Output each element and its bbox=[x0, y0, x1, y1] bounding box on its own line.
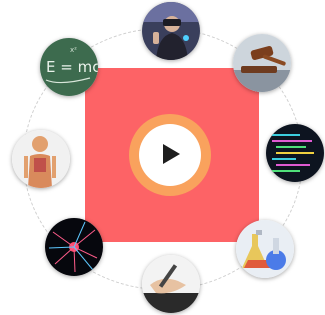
topic-programming-thumbnail[interactable] bbox=[266, 124, 324, 182]
topic-chemistry-thumbnail[interactable] bbox=[236, 220, 294, 278]
play-button[interactable] bbox=[139, 124, 201, 186]
play-icon bbox=[163, 144, 180, 164]
topic-anatomy-thumbnail[interactable] bbox=[12, 130, 70, 188]
chalkboard-formula: E = mc² bbox=[46, 58, 98, 76]
topic-plasma-thumbnail[interactable] bbox=[45, 218, 103, 276]
learning-hub-graphic: E = mc² x² bbox=[0, 0, 325, 315]
svg-text:x²: x² bbox=[70, 46, 77, 54]
topic-physics-thumbnail[interactable]: E = mc² x² bbox=[40, 38, 98, 96]
topic-writing-thumbnail[interactable] bbox=[142, 255, 200, 313]
topic-law-thumbnail[interactable] bbox=[233, 34, 291, 92]
topic-vr-thumbnail[interactable] bbox=[142, 2, 200, 60]
